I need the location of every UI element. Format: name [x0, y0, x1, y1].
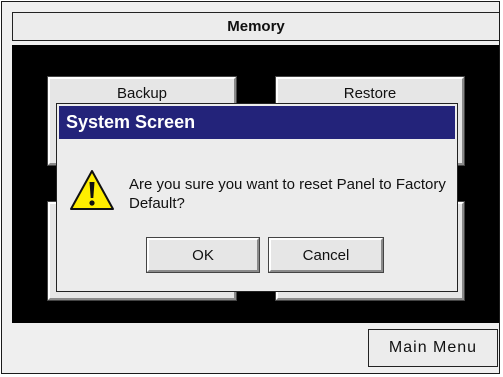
cancel-button[interactable]: Cancel — [268, 237, 384, 273]
ok-button[interactable]: OK — [146, 237, 260, 273]
warning-icon — [69, 168, 115, 212]
hmi-screen: Memory Backup Restore System Screen Are … — [1, 1, 500, 374]
ok-button-label: OK — [192, 246, 214, 264]
dialog-message: Are you sure you want to reset Panel to … — [129, 176, 446, 212]
main-menu-button[interactable]: Main Menu — [368, 329, 498, 367]
dialog-title: System Screen — [59, 106, 455, 139]
backup-button-label: Backup — [116, 85, 168, 102]
confirm-dialog: System Screen Are you sure you want to r… — [56, 103, 458, 292]
screen-title: Memory — [12, 12, 499, 41]
restore-button-label: Restore — [343, 85, 397, 102]
cancel-button-label: Cancel — [302, 246, 350, 264]
main-menu-label: Main Menu — [388, 339, 478, 356]
